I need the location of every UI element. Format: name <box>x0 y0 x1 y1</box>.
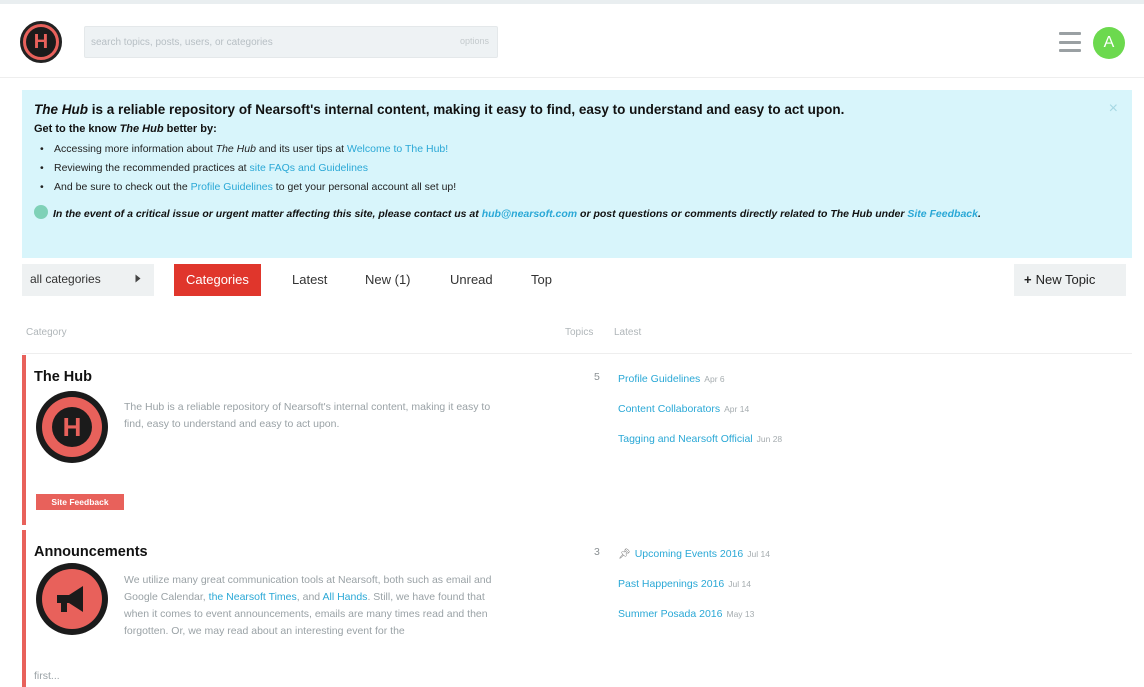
category-logo <box>36 563 108 635</box>
category-name[interactable]: Announcements <box>34 544 148 560</box>
category-description: We utilize many great communication tool… <box>124 574 492 637</box>
tab-latest[interactable]: Latest <box>292 264 327 296</box>
welcome-link[interactable]: Welcome to The Hub! <box>347 143 448 155</box>
category-row: Announcements We utilize many great comm… <box>22 530 1132 687</box>
latest-topics-list: 📌︎ Upcoming Events 2016 Jul 14 Past Happen… <box>618 546 770 636</box>
banner-bullet-list: Accessing more information about The Hub… <box>40 140 456 197</box>
category-logo: H <box>36 391 108 463</box>
pin-icon: 📌︎ <box>618 549 631 560</box>
site-logo[interactable]: H <box>20 21 62 63</box>
topic-date: Jun 28 <box>756 434 783 444</box>
column-header-category: Category <box>26 327 67 338</box>
all-hands-link[interactable]: All Hands <box>322 591 367 603</box>
latest-topic: Past Happenings 2016 Jul 14 <box>618 576 770 606</box>
globe-icon <box>34 205 48 219</box>
search-box[interactable]: options <box>84 26 498 58</box>
category-color-bar <box>22 530 26 687</box>
tab-unread[interactable]: Unread <box>450 264 493 296</box>
latest-topic: Tagging and Nearsoft Official Jun 28 <box>618 431 782 461</box>
nearsoft-times-link[interactable]: the Nearsoft Times <box>209 591 297 603</box>
latest-topic-link[interactable]: Profile Guidelines <box>618 373 700 385</box>
tab-new[interactable]: New (1) <box>365 264 411 296</box>
description-more: first... <box>34 670 60 682</box>
column-header-latest: Latest <box>614 327 642 338</box>
topic-count: 5 <box>594 371 600 383</box>
latest-topic-link[interactable]: Summer Posada 2016 <box>618 608 722 620</box>
topic-date: Jul 14 <box>728 579 751 589</box>
latest-topic-link[interactable]: Upcoming Events 2016 <box>635 548 744 560</box>
logo-letter: H <box>26 27 56 57</box>
category-dropdown-label: all categories <box>30 272 101 286</box>
latest-topic-link[interactable]: Past Happenings 2016 <box>618 578 724 590</box>
subcategory-badge-site-feedback[interactable]: Site Feedback <box>36 494 124 510</box>
category-dropdown[interactable]: all categories <box>22 264 154 296</box>
banner-bullet: And be sure to check out the Profile Gui… <box>40 178 456 197</box>
banner-bullet: Accessing more information about The Hub… <box>40 140 456 159</box>
category-row: The Hub H The Hub is a reliable reposito… <box>22 355 1132 525</box>
topic-count: 3 <box>594 546 600 558</box>
site-header: H options A <box>0 4 1144 78</box>
category-name[interactable]: The Hub <box>34 369 92 385</box>
welcome-banner: × The Hub is a reliable repository of Ne… <box>22 90 1132 258</box>
new-topic-button[interactable]: + New Topic <box>1014 264 1126 296</box>
tab-categories[interactable]: Categories <box>174 264 261 296</box>
latest-topic: 📌︎ Upcoming Events 2016 Jul 14 <box>618 546 770 576</box>
banner-subtitle: Get to the know The Hub better by: <box>34 123 217 135</box>
latest-topic-link[interactable]: Tagging and Nearsoft Official <box>618 433 753 445</box>
latest-topic: Profile Guidelines Apr 6 <box>618 371 782 401</box>
search-input[interactable] <box>91 32 431 52</box>
new-topic-label: New Topic <box>1035 272 1096 287</box>
navigation-bar: all categories Categories Latest New (1)… <box>22 262 1132 298</box>
megaphone-icon <box>57 586 83 612</box>
user-avatar[interactable]: A <box>1093 27 1125 59</box>
banner-bullet: Reviewing the recommended practices at s… <box>40 159 456 178</box>
plus-icon: + <box>1024 272 1032 287</box>
site-feedback-link[interactable]: Site Feedback <box>907 208 978 220</box>
latest-topic-link[interactable]: Content Collaborators <box>618 403 720 415</box>
latest-topics-list: Profile Guidelines Apr 6 Content Collabor… <box>618 371 782 461</box>
search-options-link[interactable]: options <box>460 36 489 46</box>
header-divider <box>22 353 1132 354</box>
contact-email-link[interactable]: hub@nearsoft.com <box>482 208 577 220</box>
profile-guidelines-link[interactable]: Profile Guidelines <box>191 181 273 193</box>
banner-title: The Hub is a reliable repository of Near… <box>34 102 845 117</box>
category-logo-letter: H <box>52 407 92 447</box>
topic-date: Jul 14 <box>747 549 770 559</box>
category-description: The Hub is a reliable repository of Near… <box>124 401 491 430</box>
category-color-bar <box>22 355 26 525</box>
banner-note: In the event of a critical issue or urge… <box>34 205 1124 224</box>
faq-link[interactable]: site FAQs and Guidelines <box>250 162 368 174</box>
column-header-topics: Topics <box>565 327 594 338</box>
hamburger-menu-icon[interactable] <box>1059 32 1081 52</box>
tab-top[interactable]: Top <box>531 264 552 296</box>
topic-date: May 13 <box>726 609 755 619</box>
close-icon[interactable]: × <box>1109 100 1118 118</box>
topic-date: Apr 14 <box>724 404 750 414</box>
topic-date: Apr 6 <box>704 374 725 384</box>
caret-right-icon <box>135 274 141 283</box>
latest-topic: Summer Posada 2016 May 13 <box>618 606 770 636</box>
latest-topic: Content Collaborators Apr 14 <box>618 401 782 431</box>
